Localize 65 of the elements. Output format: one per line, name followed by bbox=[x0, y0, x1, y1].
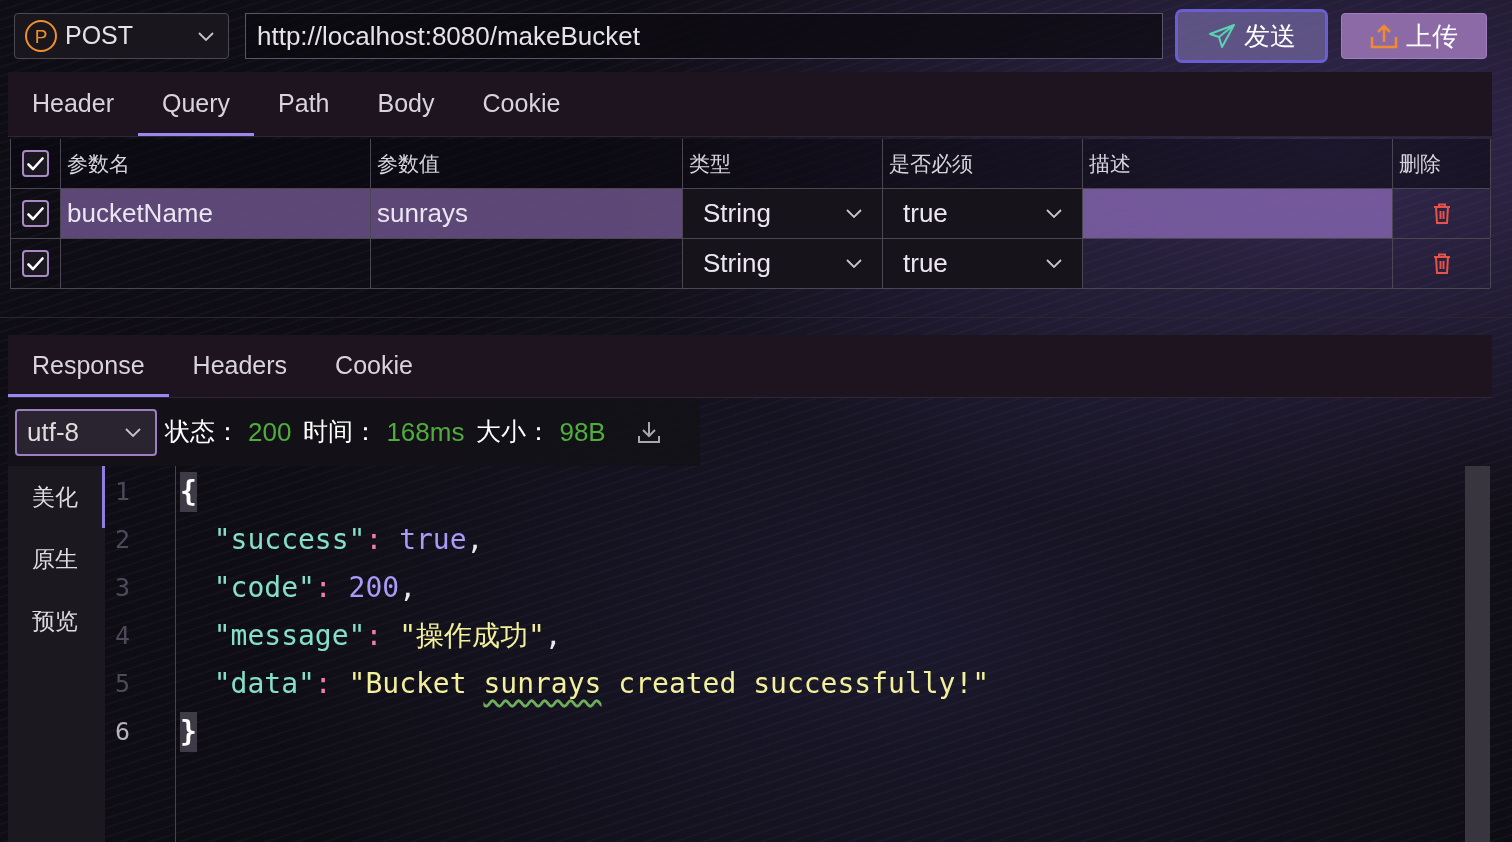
tab[interactable]: Cookie bbox=[311, 335, 437, 397]
name-input[interactable]: bucketName bbox=[61, 189, 371, 238]
required-select[interactable]: true bbox=[883, 239, 1083, 288]
caret-icon bbox=[125, 427, 141, 437]
type-select[interactable]: String bbox=[683, 239, 883, 288]
code-line: } bbox=[180, 708, 1465, 756]
caret-icon bbox=[846, 209, 862, 218]
tab[interactable]: Header bbox=[8, 72, 138, 136]
line-number: 5 bbox=[114, 668, 132, 700]
method-badge: P bbox=[25, 20, 57, 52]
line-number: 3 bbox=[114, 572, 132, 604]
method-select[interactable]: P POST bbox=[14, 13, 229, 59]
check-icon bbox=[27, 206, 44, 221]
code-line: "data": "Bucket sunrays created successfully!" bbox=[212, 666, 991, 702]
tab[interactable]: Query bbox=[138, 72, 255, 136]
tab[interactable]: Cookie bbox=[458, 72, 585, 136]
value-input[interactable]: sunrays bbox=[371, 189, 683, 238]
column-header: 类型 bbox=[683, 139, 883, 188]
line-number: 4 bbox=[114, 620, 132, 652]
line-number: 1 bbox=[114, 476, 132, 508]
type-select[interactable]: String bbox=[683, 189, 883, 238]
upload-button[interactable]: 上传 bbox=[1341, 13, 1487, 59]
trash-icon[interactable] bbox=[1432, 203, 1451, 224]
metric-label: 状态： bbox=[165, 416, 240, 448]
code-line: { bbox=[180, 468, 1465, 516]
checkbox[interactable] bbox=[22, 250, 49, 277]
check-icon bbox=[27, 156, 44, 171]
tab[interactable]: Path bbox=[254, 72, 354, 136]
tab[interactable]: Body bbox=[353, 72, 459, 136]
column-header: 描述 bbox=[1083, 139, 1393, 188]
metric-label: 大小： bbox=[476, 416, 552, 448]
column-header: 是否必须 bbox=[883, 139, 1083, 188]
metric-value: 200 bbox=[248, 415, 292, 449]
caret-icon bbox=[1046, 259, 1062, 268]
required-select[interactable]: true bbox=[883, 189, 1083, 238]
caret-icon bbox=[846, 259, 862, 268]
encoding-select[interactable]: utf-8 bbox=[15, 408, 157, 456]
description-input[interactable] bbox=[1083, 189, 1393, 238]
check-icon bbox=[27, 256, 44, 271]
line-number: 6 bbox=[114, 716, 132, 748]
view-tab[interactable]: 美化 bbox=[8, 466, 105, 528]
column-header: 删除 bbox=[1393, 139, 1491, 188]
metric-value: 98B bbox=[559, 415, 606, 449]
column-header: 参数值 bbox=[371, 139, 683, 188]
caret-icon bbox=[1046, 209, 1062, 218]
line-number: 2 bbox=[114, 524, 132, 556]
download-icon[interactable] bbox=[637, 421, 660, 443]
view-tab[interactable]: 预览 bbox=[8, 590, 105, 652]
metric-value: 168ms bbox=[386, 415, 465, 449]
code-line: "code": 200, bbox=[212, 570, 417, 606]
column-header: 参数名 bbox=[61, 139, 371, 188]
code-line: "success": true, bbox=[212, 522, 485, 558]
url-field[interactable]: http://localhost:8080/makeBucket bbox=[245, 13, 1163, 59]
code-line: "message": "操作成功", bbox=[212, 618, 563, 654]
checkbox[interactable] bbox=[22, 150, 49, 177]
caret-icon bbox=[198, 31, 214, 41]
upload-icon bbox=[1370, 23, 1398, 49]
trash-icon[interactable] bbox=[1432, 253, 1451, 274]
view-tab[interactable]: 原生 bbox=[8, 528, 105, 590]
scrollbar[interactable] bbox=[1465, 466, 1490, 842]
tab[interactable]: Headers bbox=[168, 335, 312, 397]
metric-label: 时间： bbox=[303, 416, 379, 448]
checkbox[interactable] bbox=[22, 200, 49, 227]
send-button[interactable]: 发送 bbox=[1175, 9, 1328, 63]
paper-plane-icon bbox=[1207, 23, 1236, 49]
